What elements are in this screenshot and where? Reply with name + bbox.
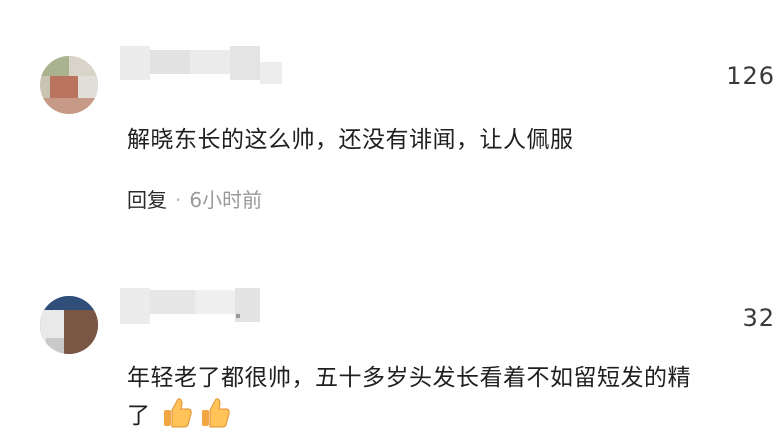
like-count[interactable]: 32 bbox=[742, 304, 775, 332]
comment-text-line2: 了 bbox=[127, 403, 151, 429]
comment-2: 32 年轻老了都很帅，五十多岁头发长看着不如留短发的精 了 bbox=[0, 0, 781, 429]
avatar[interactable] bbox=[40, 296, 98, 354]
comment-text: 年轻老了都很帅，五十多岁头发长看着不如留短发的精 bbox=[127, 365, 691, 391]
username-blurred-2 bbox=[232, 308, 244, 332]
avatar-pixel bbox=[46, 338, 64, 354]
thumbs-up-icon bbox=[160, 396, 194, 430]
emoji-row bbox=[160, 396, 232, 430]
avatar-pixel bbox=[64, 310, 98, 354]
thumbs-up-icon bbox=[198, 396, 232, 430]
avatar-pixel bbox=[40, 296, 98, 310]
